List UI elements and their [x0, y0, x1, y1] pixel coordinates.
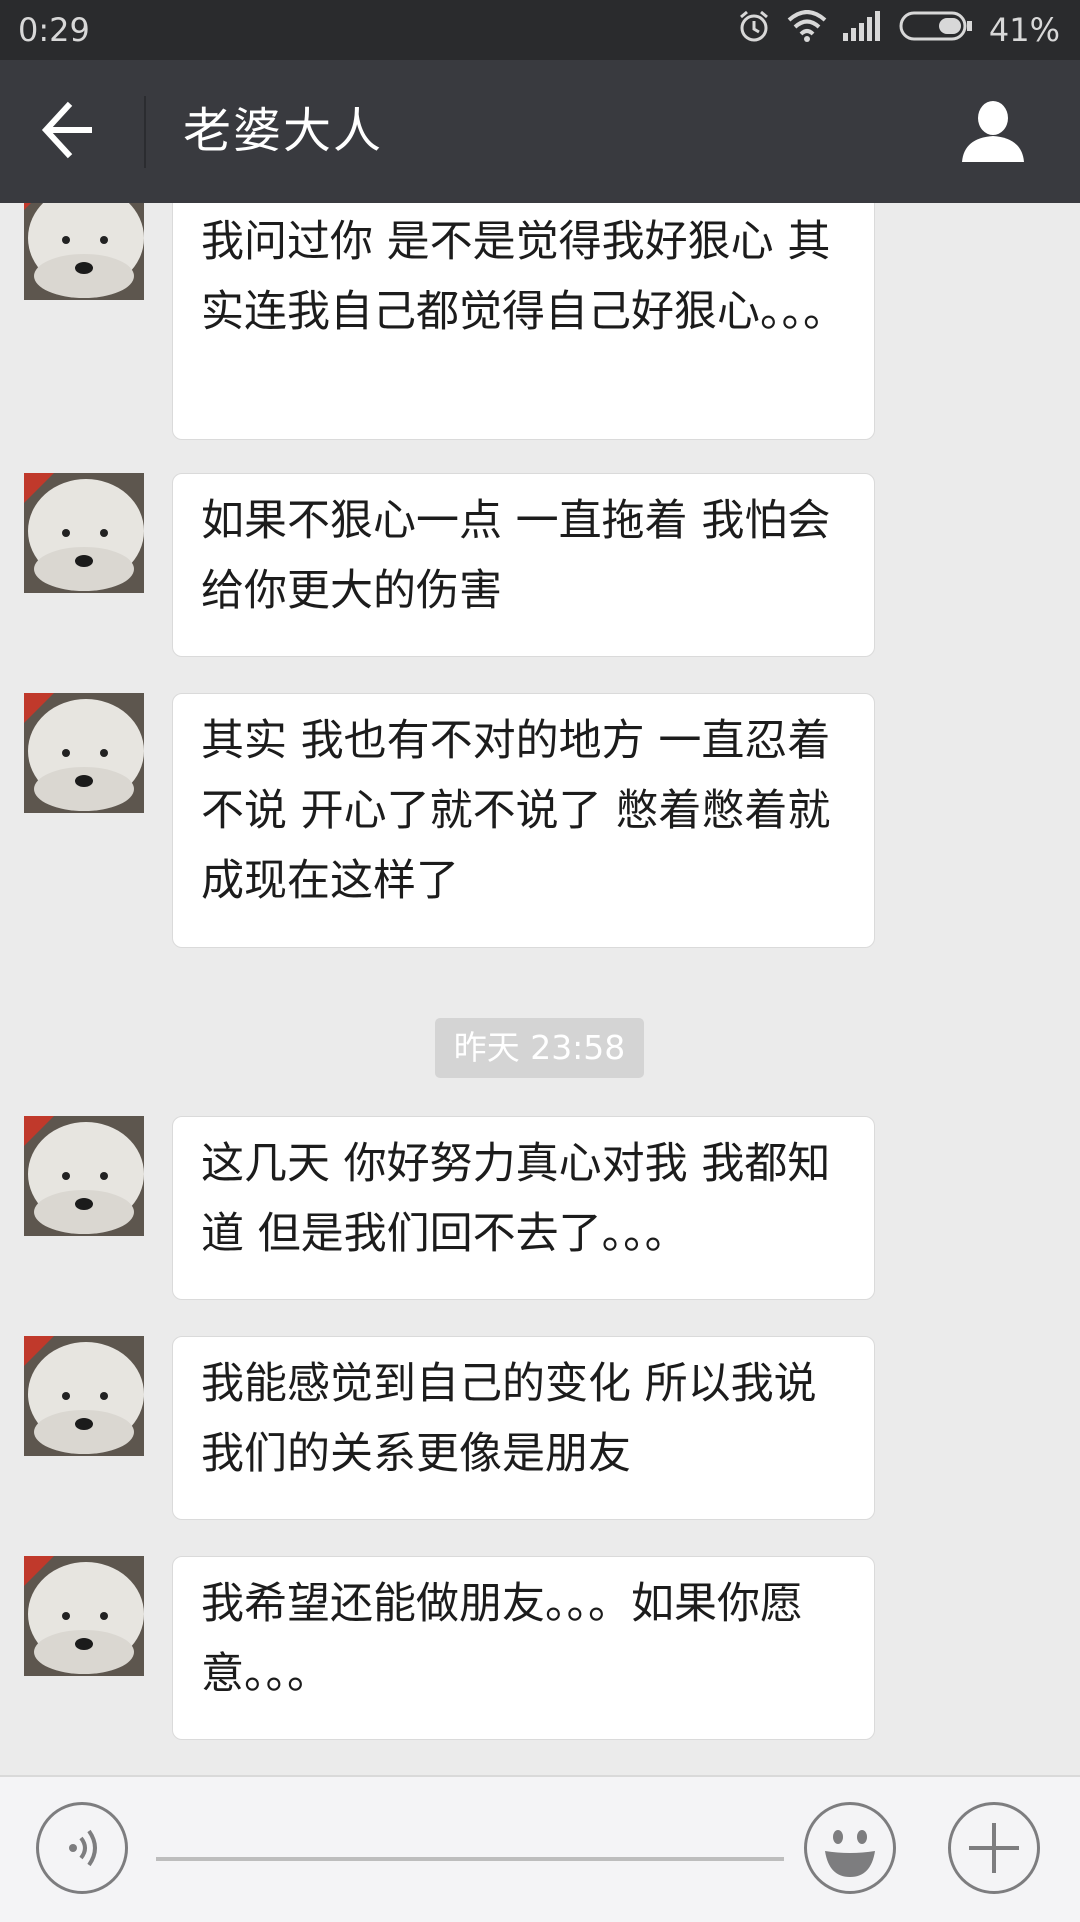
avatar[interactable]: [24, 693, 144, 813]
dog-avatar-icon: [24, 1556, 144, 1676]
person-icon: [962, 101, 1024, 162]
emoji-icon: [825, 1830, 875, 1877]
status-icons: 41%: [737, 10, 1060, 50]
message-input[interactable]: [156, 1857, 784, 1861]
dog-avatar-icon: [24, 1336, 144, 1456]
dog-avatar-icon: [24, 1116, 144, 1236]
message-text: 其实 我也有不对的地方 一直忍着不说 开心了就不说了 憋着憋着就成现在这样了: [201, 716, 831, 906]
back-arrow-icon: [41, 101, 92, 159]
emoji-button[interactable]: [804, 1802, 896, 1894]
message-text: 如果不狠心一点 一直拖着 我怕会给你更大的伤害: [201, 496, 831, 616]
profile-button[interactable]: [960, 100, 1032, 166]
message-text: 我问过你 是不是觉得我好狠心 其实连我自己都觉得自己好狠心。。。: [201, 217, 846, 337]
dog-avatar-icon: [24, 693, 144, 813]
back-button[interactable]: [40, 100, 106, 164]
avatar[interactable]: [24, 203, 144, 300]
dog-avatar-icon: [24, 203, 144, 300]
message-bubble[interactable]: 其实 我也有不对的地方 一直忍着不说 开心了就不说了 憋着憋着就成现在这样了: [172, 693, 875, 948]
battery-icon: [899, 10, 973, 50]
chat-title: 老婆大人: [183, 103, 384, 159]
battery-percent: 41%: [988, 11, 1060, 49]
message-bubble[interactable]: 如果不狠心一点 一直拖着 我怕会给你更大的伤害: [172, 473, 875, 657]
wifi-icon: [787, 10, 827, 50]
avatar[interactable]: [24, 1336, 144, 1456]
more-button[interactable]: [948, 1802, 1040, 1894]
dog-avatar-icon: [24, 473, 144, 593]
input-bar: [0, 1775, 1080, 1922]
message-bubble[interactable]: 我能感觉到自己的变化 所以我说 我们的关系更像是朋友: [172, 1336, 875, 1520]
voice-icon: [69, 1829, 97, 1867]
status-time: 0:29: [18, 11, 90, 49]
message-bubble[interactable]: 我希望还能做朋友。。。如果你愿意。。。: [172, 1556, 875, 1740]
avatar[interactable]: [24, 473, 144, 593]
message-bubble[interactable]: 我问过你 是不是觉得我好狠心 其实连我自己都觉得自己好狠心。。。: [172, 203, 875, 440]
voice-button[interactable]: [36, 1802, 128, 1894]
avatar[interactable]: [24, 1116, 144, 1236]
alarm-icon: [737, 9, 771, 51]
chat-header: 老婆大人: [0, 60, 1080, 203]
plus-icon: [969, 1823, 1019, 1873]
message-text: 这几天 你好努力真心对我 我都知道 但是我们回不去了。。。: [201, 1139, 831, 1259]
title-divider: [144, 96, 146, 168]
avatar[interactable]: [24, 1556, 144, 1676]
message-list[interactable]: 我问过你 是不是觉得我好狠心 其实连我自己都觉得自己好狠心。。。 如果不狠心一点…: [0, 203, 1080, 1775]
signal-icon: [842, 11, 883, 49]
message-text: 我能感觉到自己的变化 所以我说 我们的关系更像是朋友: [201, 1359, 817, 1479]
status-bar: 0:29 41%: [0, 0, 1080, 60]
message-bubble[interactable]: 这几天 你好努力真心对我 我都知道 但是我们回不去了。。。: [172, 1116, 875, 1300]
timestamp-badge: 昨天 23:58: [435, 1018, 644, 1078]
message-text: 我希望还能做朋友。。。如果你愿意。。。: [201, 1579, 803, 1699]
